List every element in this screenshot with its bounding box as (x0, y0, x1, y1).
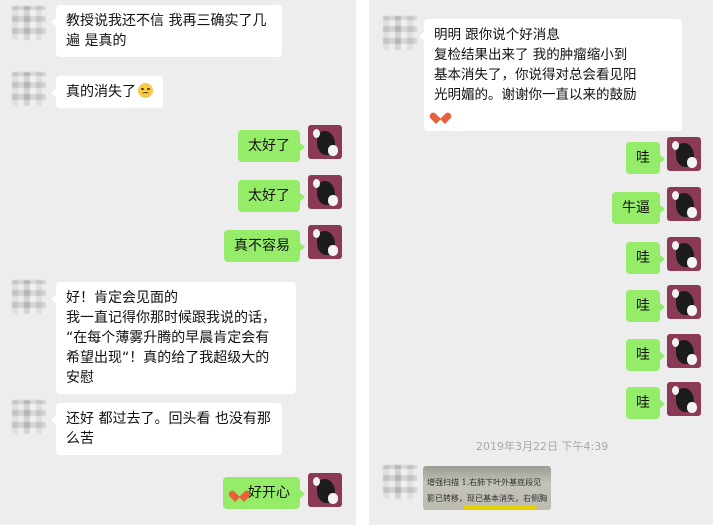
user-avatar[interactable] (667, 334, 701, 368)
user-avatar[interactable] (667, 237, 701, 271)
incoming-message[interactable]: 好！肯定会见面的 我一直记得你那时候跟我说的话， “在每个薄雾升腾的早晨肯定会有… (51, 282, 296, 394)
highlight-underline (463, 506, 537, 509)
photo-text-line: 增强扫描 1.右肺下叶外基底段见 (427, 478, 542, 487)
message-text: 好开心 (248, 485, 290, 501)
message-text: 哇 (636, 395, 650, 411)
contact-avatar[interactable] (12, 400, 46, 434)
heart-emoji-icon (434, 108, 447, 120)
incoming-message[interactable]: 明明 跟你说个好消息 复检结果出来了 我的肿瘤缩小到 基本消失了，你说得对总会看… (419, 19, 682, 131)
message-text: 哇 (636, 250, 650, 266)
heart-emoji-icon (233, 486, 246, 498)
incoming-message[interactable]: 教授说我还不信 我再三确实了几 遍 是真的 (51, 5, 282, 57)
user-avatar[interactable] (308, 125, 342, 159)
user-avatar[interactable] (667, 382, 701, 416)
message-text: 哇 (636, 150, 650, 166)
contact-avatar[interactable] (383, 16, 417, 50)
message-text: 太好了 (248, 188, 290, 204)
message-text: 太好了 (248, 138, 290, 154)
outgoing-message[interactable]: 牛逼 (612, 192, 665, 224)
message-text: 真不容易 (234, 238, 290, 254)
outgoing-message[interactable]: 哇 (626, 290, 665, 322)
user-avatar[interactable] (308, 225, 342, 259)
contact-avatar[interactable] (12, 280, 46, 314)
photo-text-line: 影已转移，现已基本消失，右侧胸 (427, 494, 547, 503)
medical-report-photo[interactable]: 增强扫描 1.右肺下叶外基底段见 影已转移，现已基本消失，右侧胸 (423, 466, 551, 510)
outgoing-message[interactable]: 哇 (626, 387, 665, 419)
outgoing-message[interactable]: 好开心 (223, 477, 305, 509)
outgoing-message[interactable]: 哇 (626, 339, 665, 371)
contact-avatar[interactable] (383, 465, 417, 499)
contact-avatar[interactable] (12, 72, 46, 106)
crying-face-emoji-icon (138, 83, 153, 98)
message-text: 哇 (636, 298, 650, 314)
user-avatar[interactable] (667, 187, 701, 221)
message-text: 明明 跟你说个好消息 复检结果出来了 我的肿瘤缩小到 基本消失了，你说得对总会看… (434, 27, 637, 103)
message-text: 哇 (636, 347, 650, 363)
outgoing-message[interactable]: 太好了 (238, 130, 305, 162)
right-chat-panel: 明明 跟你说个好消息 复检结果出来了 我的肿瘤缩小到 基本消失了，你说得对总会看… (369, 0, 713, 525)
contact-avatar[interactable] (12, 6, 46, 40)
message-text: 教授说我还不信 我再三确实了几 遍 是真的 (66, 13, 267, 49)
message-timestamp: 2019年3月22日 下午4:39 (476, 440, 609, 453)
user-avatar[interactable] (308, 175, 342, 209)
outgoing-message[interactable]: 太好了 (238, 180, 305, 212)
message-text: 还好 都过去了。回头看 也没有那 么苦 (66, 411, 271, 447)
incoming-message[interactable]: 真的消失了 (51, 76, 163, 108)
left-chat-panel: 教授说我还不信 我再三确实了几 遍 是真的 真的消失了 太好了 太好了 真不容易… (0, 0, 356, 525)
user-avatar[interactable] (308, 473, 342, 507)
message-text: 牛逼 (622, 200, 650, 216)
user-avatar[interactable] (667, 285, 701, 319)
message-text: 好！肯定会见面的 我一直记得你那时候跟我说的话， “在每个薄雾升腾的早晨肯定会有… (66, 290, 276, 386)
incoming-message[interactable]: 还好 都过去了。回头看 也没有那 么苦 (51, 403, 282, 455)
user-avatar[interactable] (667, 137, 701, 171)
outgoing-message[interactable]: 哇 (626, 142, 665, 174)
message-text: 真的消失了 (66, 84, 136, 100)
outgoing-message[interactable]: 真不容易 (224, 230, 305, 262)
outgoing-message[interactable]: 哇 (626, 242, 665, 274)
